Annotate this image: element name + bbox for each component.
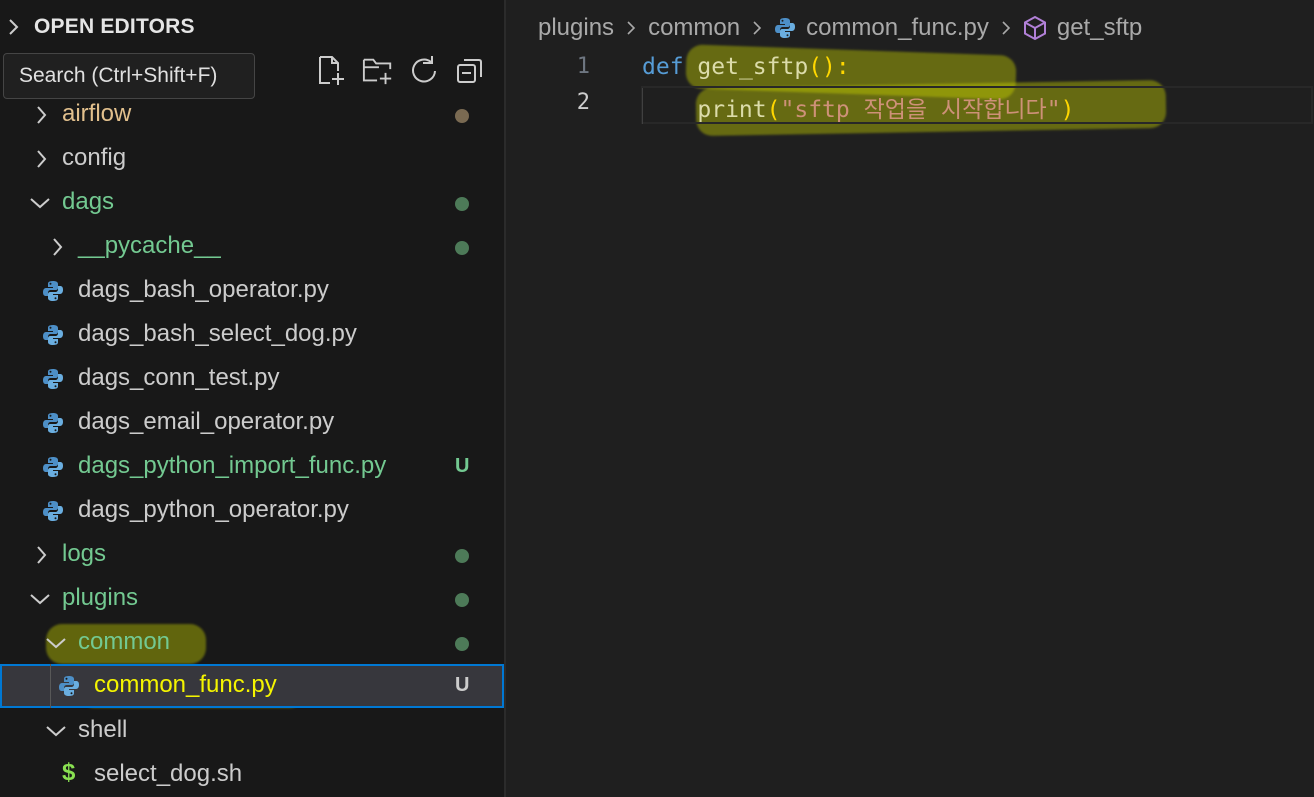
breadcrumb: plugins common common_func.py get_sftp bbox=[538, 10, 1142, 46]
chevron-right-icon bbox=[53, 238, 63, 256]
python-icon bbox=[43, 413, 63, 433]
python-icon bbox=[59, 676, 79, 696]
new-file-icon[interactable] bbox=[316, 54, 348, 88]
line-number: 2 bbox=[576, 90, 590, 115]
code-text: def get_sftp(): bbox=[642, 54, 850, 80]
code-line-1[interactable]: 1 def get_sftp(): bbox=[506, 50, 1314, 88]
tree-item-dags[interactable]: dags bbox=[0, 181, 504, 225]
tree-item-airflow[interactable]: airflow bbox=[0, 93, 504, 137]
tree-item-select-dog-sh[interactable]: $ select_dog.sh bbox=[0, 753, 504, 797]
python-icon bbox=[43, 369, 63, 389]
tree-item-label: dags_bash_select_dog.py bbox=[78, 320, 357, 347]
tree-item-dags-bash-select-dog[interactable]: dags_bash_select_dog.py bbox=[0, 313, 504, 357]
tree-item-label: __pycache__ bbox=[78, 232, 221, 259]
punctuation: ( bbox=[766, 97, 781, 123]
chevron-right-icon bbox=[37, 546, 47, 564]
chevron-right-icon bbox=[37, 150, 47, 168]
tree-item-label: logs bbox=[62, 540, 107, 567]
untracked-dot bbox=[455, 593, 469, 607]
tree-item-dags-email-operator[interactable]: dags_email_operator.py bbox=[0, 401, 504, 445]
symbol-method-icon bbox=[1023, 15, 1047, 41]
python-icon bbox=[43, 501, 63, 521]
chevron-down-icon bbox=[46, 726, 66, 737]
untracked-dot bbox=[455, 637, 469, 651]
indent-guide bbox=[50, 664, 51, 708]
breadcrumb-item-plugins[interactable]: plugins bbox=[538, 14, 614, 42]
keyword: def bbox=[642, 54, 684, 80]
python-icon bbox=[774, 17, 796, 39]
string-literal: "sftp 작업을 시작합니다" bbox=[780, 97, 1061, 123]
tree-item-label: airflow bbox=[62, 100, 132, 127]
chevron-right-icon bbox=[750, 17, 764, 39]
breadcrumb-item-symbol[interactable]: get_sftp bbox=[1057, 14, 1142, 42]
explorer-actions bbox=[316, 54, 486, 90]
chevron-right-icon bbox=[624, 17, 638, 39]
tree-item-logs[interactable]: logs bbox=[0, 533, 504, 577]
punctuation: ) bbox=[1060, 97, 1075, 123]
chevron-right-icon bbox=[999, 17, 1013, 39]
function-call: print bbox=[697, 97, 767, 123]
chevron-right-icon bbox=[37, 106, 47, 124]
modified-dot bbox=[455, 109, 469, 123]
refresh-icon[interactable] bbox=[408, 54, 440, 88]
chevron-down-icon bbox=[30, 594, 50, 605]
indentation bbox=[642, 97, 697, 123]
open-editors-header[interactable]: OPEN EDITORS bbox=[0, 8, 504, 46]
search-tooltip: Search (Ctrl+Shift+F) bbox=[3, 53, 255, 99]
editor-pane: plugins common common_func.py get_sftp 1 bbox=[506, 0, 1314, 797]
tree-item-pycache[interactable]: __pycache__ bbox=[0, 225, 504, 269]
new-folder-icon[interactable] bbox=[362, 54, 394, 88]
explorer-sidebar: OPEN EDITORS Search (Ctrl+Shift+F) airfl… bbox=[0, 0, 504, 797]
code-line-2[interactable]: 2 print("sftp 작업을 시작합니다") bbox=[506, 86, 1314, 124]
tree-item-dags-python-operator[interactable]: dags_python_operator.py bbox=[0, 489, 504, 533]
tree-item-label: dags_conn_test.py bbox=[78, 364, 280, 391]
python-icon bbox=[43, 325, 63, 345]
tree-item-dags-conn-test[interactable]: dags_conn_test.py bbox=[0, 357, 504, 401]
tree-item-dags-python-import-func[interactable]: dags_python_import_func.py U bbox=[0, 445, 504, 489]
tree-item-label: dags_python_import_func.py bbox=[78, 452, 387, 479]
section-title: OPEN EDITORS bbox=[34, 15, 195, 38]
tree-item-label: config bbox=[62, 144, 127, 171]
untracked-dot bbox=[455, 197, 469, 211]
tree-item-common-func[interactable]: common_func.py U bbox=[0, 664, 504, 708]
chevron-right-icon bbox=[9, 19, 19, 35]
untracked-dot bbox=[455, 241, 469, 255]
collapse-all-icon[interactable] bbox=[454, 54, 486, 88]
tree-item-common[interactable]: common bbox=[0, 621, 504, 665]
tree-item-label: dags_bash_operator.py bbox=[78, 276, 329, 303]
untracked-badge: U bbox=[455, 674, 470, 696]
tree-item-config[interactable]: config bbox=[0, 137, 504, 181]
tree-item-label: common_func.py bbox=[94, 671, 277, 698]
chevron-down-icon bbox=[30, 198, 50, 209]
untracked-dot bbox=[455, 549, 469, 563]
tree-item-shell[interactable]: shell bbox=[0, 709, 504, 753]
code-text: print("sftp 작업을 시작합니다") bbox=[642, 90, 1074, 124]
tree-item-label: common bbox=[78, 628, 171, 655]
breadcrumb-item-file[interactable]: common_func.py bbox=[806, 14, 989, 42]
tree-item-plugins[interactable]: plugins bbox=[0, 577, 504, 621]
shell-file-icon: $ bbox=[62, 759, 76, 786]
tree-item-label: shell bbox=[78, 716, 128, 743]
tree-item-label: dags bbox=[62, 188, 115, 215]
punctuation: (): bbox=[808, 54, 850, 80]
tree-item-label: dags_email_operator.py bbox=[78, 408, 335, 435]
tree-item-label: plugins bbox=[62, 584, 139, 611]
tree-item-label: select_dog.sh bbox=[94, 760, 243, 787]
python-icon bbox=[43, 281, 63, 301]
chevron-down-icon bbox=[46, 638, 66, 649]
breadcrumb-item-common[interactable]: common bbox=[648, 14, 740, 42]
line-number: 1 bbox=[576, 54, 590, 79]
untracked-badge: U bbox=[455, 455, 470, 477]
python-icon bbox=[43, 457, 63, 477]
tree-item-dags-bash-operator[interactable]: dags_bash_operator.py bbox=[0, 269, 504, 313]
tree-item-label: dags_python_operator.py bbox=[78, 496, 349, 523]
function-name: get_sftp bbox=[697, 54, 809, 80]
